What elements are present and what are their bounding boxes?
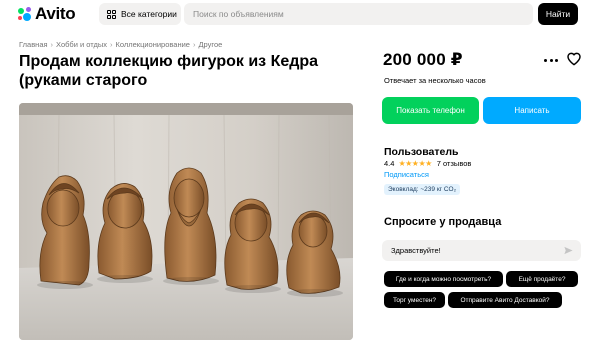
write-message-button[interactable]: Написать xyxy=(483,97,581,124)
reviews-link[interactable]: 7 отзывов xyxy=(437,159,472,168)
figurines-image xyxy=(19,103,353,340)
response-time: Отвечает за несколько часов xyxy=(384,76,486,85)
quick-question-chip[interactable]: Ещё продаёте? xyxy=(506,271,578,287)
ask-seller-heading: Спросите у продавца xyxy=(384,216,502,228)
logo-text: Avito xyxy=(35,4,76,23)
breadcrumb-item[interactable]: Хобби и отдых xyxy=(56,40,107,49)
seller-rating: 4.4 ★★★★★ 7 отзывов xyxy=(384,159,471,168)
eco-badge[interactable]: Эковклад: ~239 кг CO₂ xyxy=(384,184,461,195)
heart-icon[interactable] xyxy=(566,51,582,67)
avito-logo[interactable]: Avito xyxy=(18,4,76,23)
grid-icon xyxy=(107,9,116,19)
star-rating-icon: ★★★★★ xyxy=(398,159,432,168)
breadcrumb-item[interactable]: Главная xyxy=(19,40,48,49)
breadcrumb-separator: › xyxy=(109,40,113,49)
categories-label: Все категории xyxy=(121,9,177,19)
breadcrumb-separator: › xyxy=(50,40,54,49)
price: 200 000 ₽ xyxy=(383,50,463,69)
breadcrumb-item[interactable]: Другое xyxy=(198,40,222,49)
page-title: Продам коллекцию фигурок из Кедра (рукам… xyxy=(19,53,319,89)
categories-button[interactable]: Все категории xyxy=(99,3,181,25)
quick-question-chip[interactable]: Торг уместен? xyxy=(384,292,445,308)
subscribe-link[interactable]: Подписаться xyxy=(384,170,429,179)
rating-value: 4.4 xyxy=(384,159,395,168)
breadcrumb-item[interactable]: Коллекционирование xyxy=(115,40,189,49)
seller-name[interactable]: Пользователь xyxy=(384,146,458,158)
listing-photo[interactable] xyxy=(19,103,353,340)
logo-icon xyxy=(18,7,32,21)
quick-question-chip[interactable]: Где и когда можно посмотреть? xyxy=(384,271,503,287)
find-button[interactable]: Найти xyxy=(538,3,578,25)
show-phone-button[interactable]: Показать телефон xyxy=(382,97,479,124)
send-icon[interactable] xyxy=(563,245,574,256)
search-input[interactable] xyxy=(193,9,533,19)
quick-question-chip[interactable]: Отправите Авито Доставкой? xyxy=(448,292,562,308)
message-field[interactable]: Здравствуйте! xyxy=(382,240,581,261)
more-options-icon[interactable] xyxy=(544,57,558,63)
breadcrumb: Главная › Хобби и отдых › Коллекциониров… xyxy=(19,40,222,49)
search-box[interactable] xyxy=(184,3,533,25)
header: Avito Все категории Найти xyxy=(0,0,604,30)
breadcrumb-separator: › xyxy=(192,40,196,49)
message-text[interactable]: Здравствуйте! xyxy=(391,246,441,255)
